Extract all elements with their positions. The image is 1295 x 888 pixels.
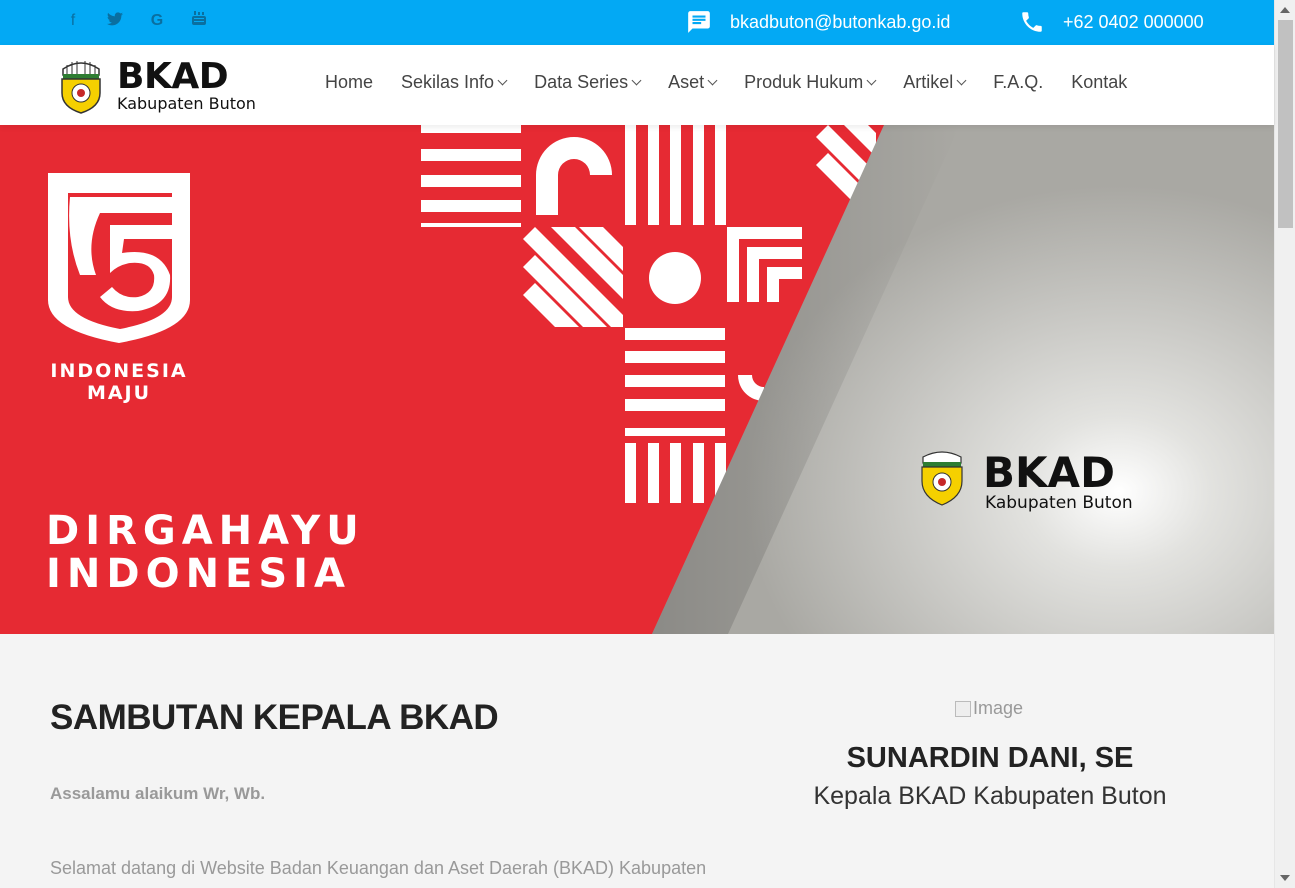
image-alt-text: Image xyxy=(973,698,1024,718)
email-text[interactable]: bkadbuton@butonkab.go.id xyxy=(730,12,950,33)
menu-data-series[interactable]: Data Series xyxy=(534,72,642,93)
kepala-role: Kepala BKAD Kabupaten Buton xyxy=(813,782,1167,810)
greeting-text: Assalamu alaikum Wr, Wb. xyxy=(50,784,266,803)
chat-icon xyxy=(688,11,710,33)
social-links: f G xyxy=(52,10,220,32)
top-bar: f G bkadbuton@butonkab.go.id +62 0402 00… xyxy=(0,0,1274,45)
menu-faq[interactable]: F.A.Q. xyxy=(993,72,1043,93)
page: f G bkadbuton@butonkab.go.id +62 0402 00… xyxy=(0,0,1295,888)
scroll-down-arrow-icon[interactable] xyxy=(1280,875,1290,881)
menu-label[interactable]: Aset xyxy=(668,72,704,93)
hero-headline-line1: DIRGAHAYU xyxy=(46,508,365,554)
menu-label[interactable]: Home xyxy=(325,72,373,93)
hero-headline-line2: INDONESIA xyxy=(46,551,351,597)
main-menu: Home Sekilas Info Data Series Aset Produ… xyxy=(325,72,1155,93)
menu-label[interactable]: Produk Hukum xyxy=(744,72,863,93)
logo-title: BKAD xyxy=(117,55,229,97)
menu-aset[interactable]: Aset xyxy=(668,72,718,93)
menu-label[interactable]: Data Series xyxy=(534,72,628,93)
email-contact[interactable]: bkadbuton@butonkab.go.id xyxy=(686,9,950,35)
menu-label[interactable]: Artikel xyxy=(903,72,953,93)
chevron-down-icon[interactable] xyxy=(631,75,642,85)
menu-sekilas-info[interactable]: Sekilas Info xyxy=(401,72,508,93)
phone-icon xyxy=(1022,12,1042,32)
hero-graphic: INDONESIA MAJU DIRGAHAYU INDONESIA BKAD … xyxy=(0,125,1274,634)
page-scrollbar[interactable] xyxy=(1274,0,1295,888)
hero-banner: INDONESIA MAJU DIRGAHAYU INDONESIA BKAD … xyxy=(0,125,1274,634)
main-navbar: BKAD Kabupaten Buton Home Sekilas Info D… xyxy=(0,45,1274,125)
kabupaten-buton-crest-icon xyxy=(61,61,101,114)
facebook-icon[interactable]: f xyxy=(52,10,94,32)
google-icon[interactable]: G xyxy=(136,10,178,32)
scroll-up-arrow-icon[interactable] xyxy=(1280,7,1290,13)
indonesia-75-badge: INDONESIA MAJU xyxy=(48,173,190,404)
chevron-down-icon[interactable] xyxy=(866,75,877,85)
badge-text-line2: MAJU xyxy=(87,382,151,404)
phone-contact[interactable]: +62 0402 000000 xyxy=(1019,9,1204,35)
youtube-icon[interactable] xyxy=(178,10,220,32)
section-title: SAMBUTAN KEPALA BKAD xyxy=(50,698,499,737)
broken-image-icon xyxy=(955,700,971,717)
scrollbar-thumb[interactable] xyxy=(1278,20,1293,228)
menu-label[interactable]: Kontak xyxy=(1071,72,1127,93)
menu-label[interactable]: Sekilas Info xyxy=(401,72,494,93)
site-logo[interactable]: BKAD Kabupaten Buton xyxy=(57,55,256,115)
menu-artikel[interactable]: Artikel xyxy=(903,72,967,93)
chevron-down-icon[interactable] xyxy=(707,75,718,85)
logo-subtitle: Kabupaten Buton xyxy=(117,93,256,113)
badge-text-line1: INDONESIA xyxy=(50,360,187,382)
menu-kontak[interactable]: Kontak xyxy=(1071,72,1127,93)
menu-home[interactable]: Home xyxy=(325,72,373,93)
chevron-down-icon[interactable] xyxy=(956,75,967,85)
welcome-text: Selamat datang di Website Badan Keuangan… xyxy=(50,858,707,878)
chevron-down-icon[interactable] xyxy=(497,75,508,85)
menu-produk-hukum[interactable]: Produk Hukum xyxy=(744,72,877,93)
sambutan-section: SAMBUTAN KEPALA BKAD Assalamu alaikum Wr… xyxy=(0,634,1274,888)
twitter-icon[interactable] xyxy=(94,10,136,32)
kepala-photo: Image xyxy=(955,698,1023,719)
hero-logo-subtitle: Kabupaten Buton xyxy=(985,493,1133,513)
kepala-name: SUNARDIN DANI, SE xyxy=(846,742,1134,774)
menu-label[interactable]: F.A.Q. xyxy=(993,72,1043,93)
hero-logo-title: BKAD xyxy=(983,448,1115,497)
phone-text[interactable]: +62 0402 000000 xyxy=(1063,12,1204,33)
